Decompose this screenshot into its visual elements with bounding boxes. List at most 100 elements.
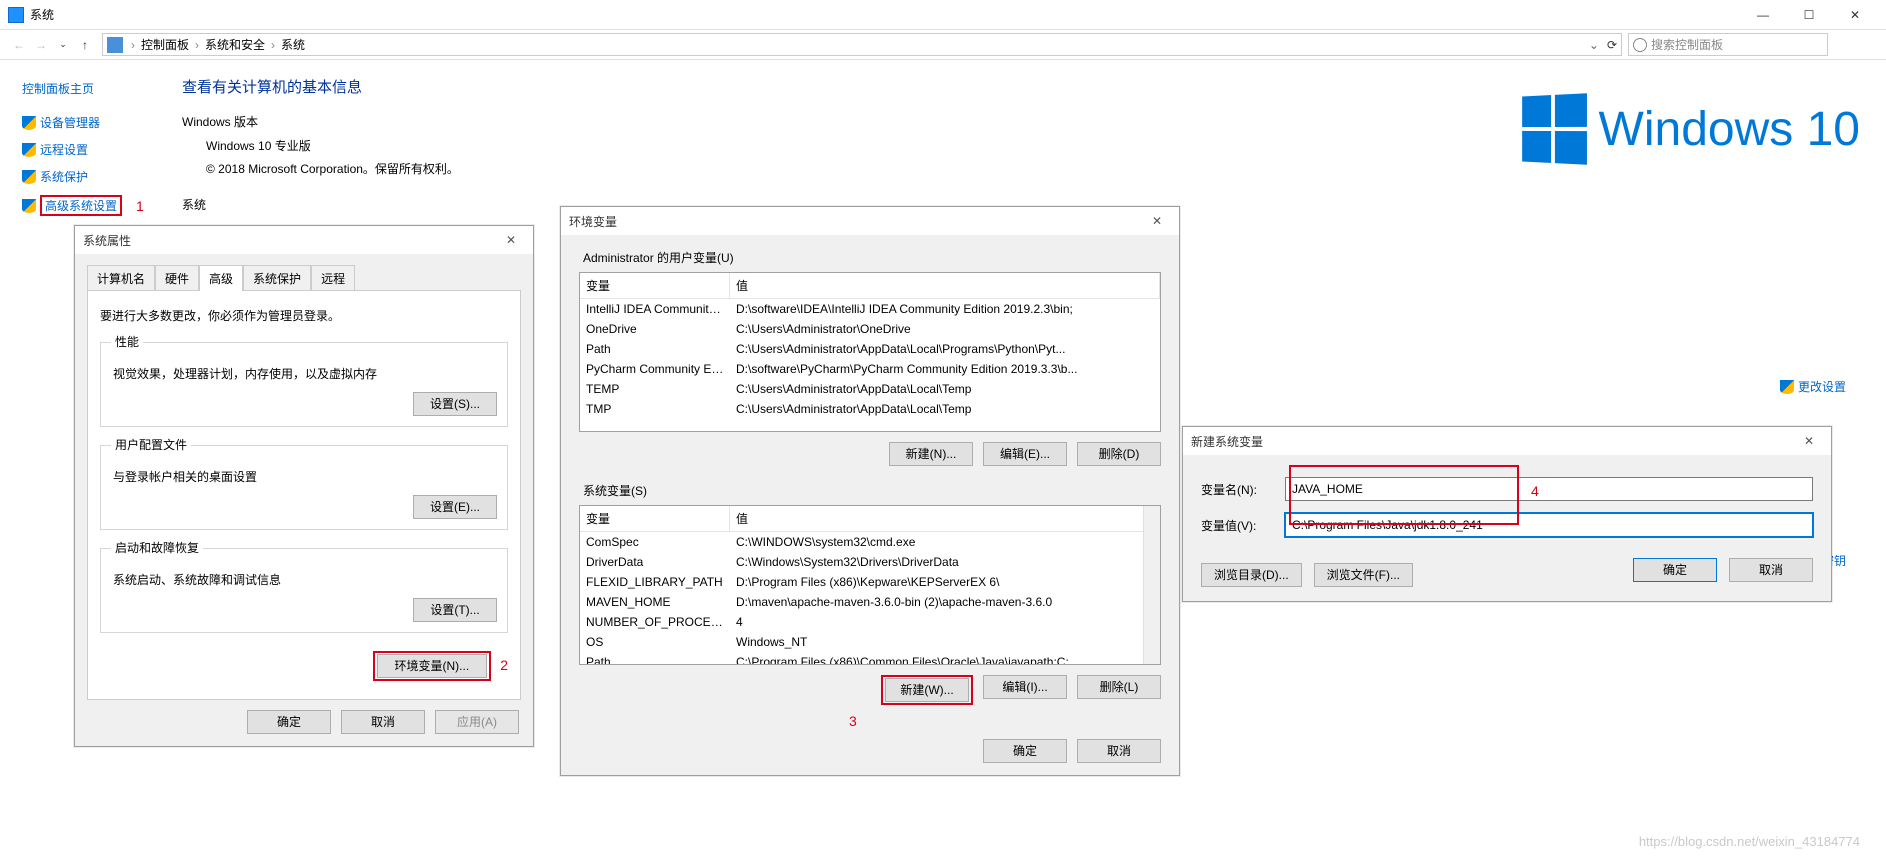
startup-settings-button[interactable]: 设置(T)... <box>413 598 497 622</box>
name-label: 变量名(N): <box>1201 481 1285 498</box>
search-placeholder: 搜索控制面板 <box>1651 36 1723 53</box>
user-new-button[interactable]: 新建(N)... <box>889 442 973 466</box>
minimize-button[interactable]: — <box>1740 0 1786 30</box>
dialog1-cancel-button[interactable]: 取消 <box>341 710 425 734</box>
close-button[interactable]: ✕ <box>1832 0 1878 30</box>
sidebar-item-remote-settings[interactable]: 远程设置 <box>22 136 172 163</box>
dialog1-title-bar[interactable]: 系统属性 ✕ <box>75 226 533 254</box>
group-performance: 性能 视觉效果，处理器计划，内存使用，以及虚拟内存 设置(S)... <box>100 334 508 427</box>
col-val[interactable]: 值 <box>730 273 1160 298</box>
table-row[interactable]: TEMPC:\Users\Administrator\AppData\Local… <box>580 379 1160 399</box>
table-row[interactable]: OSWindows_NT <box>580 632 1160 652</box>
col-var[interactable]: 变量 <box>580 273 730 298</box>
browse-file-button[interactable]: 浏览文件(F)... <box>1314 563 1413 587</box>
shield-icon <box>22 170 36 184</box>
sidebar-title[interactable]: 控制面板主页 <box>22 76 172 101</box>
sidebar-item-system-protection[interactable]: 系统保护 <box>22 163 172 190</box>
group-startup: 启动和故障恢复 系统启动、系统故障和调试信息 设置(T)... <box>100 540 508 633</box>
dialog3-close-icon[interactable]: ✕ <box>1795 434 1823 448</box>
dialog1-title: 系统属性 <box>83 232 131 249</box>
crumb-control-panel[interactable]: 控制面板 <box>139 36 191 53</box>
shield-icon <box>22 143 36 157</box>
dialog2-title-bar[interactable]: 环境变量 ✕ <box>561 207 1179 235</box>
dropdown-history[interactable]: ⌄ <box>52 39 74 50</box>
crumb-system[interactable]: 系统 <box>279 36 307 53</box>
table-row[interactable]: MAVEN_HOMED:\maven\apache-maven-3.6.0-bi… <box>580 592 1160 612</box>
env-vars-button[interactable]: 环境变量(N)... <box>377 654 487 678</box>
maximize-button[interactable]: ☐ <box>1786 0 1832 30</box>
tab-hardware[interactable]: 硬件 <box>155 265 199 291</box>
windows-squares-icon <box>1522 93 1587 164</box>
annotation-3: 3 <box>849 713 857 729</box>
refresh-icon[interactable]: ⟳ <box>1601 38 1617 52</box>
annotation-2: 2 <box>500 657 508 673</box>
shield-icon <box>1780 380 1794 394</box>
forward-button[interactable]: → <box>30 38 52 52</box>
table-row[interactable]: IntelliJ IDEA Community E...D:\software\… <box>580 299 1160 319</box>
env-vars-dialog: 环境变量 ✕ Administrator 的用户变量(U) 变量 值 Intel… <box>560 206 1180 776</box>
browse-dir-button[interactable]: 浏览目录(D)... <box>1201 563 1302 587</box>
dialog3-title-bar[interactable]: 新建系统变量 ✕ <box>1183 427 1831 455</box>
table-row[interactable]: TMPC:\Users\Administrator\AppData\Local\… <box>580 399 1160 419</box>
windows-wordmark: Windows 10 <box>1599 102 1860 157</box>
table-row[interactable]: NUMBER_OF_PROCESSORS4 <box>580 612 1160 632</box>
sys-vars-label: 系统变量(S) <box>579 482 1161 505</box>
system-properties-dialog: 系统属性 ✕ 计算机名 硬件 高级 系统保护 远程 要进行大多数更改，你必须作为… <box>74 225 534 747</box>
tab-remote[interactable]: 远程 <box>311 265 355 291</box>
dialog2-title: 环境变量 <box>569 213 617 230</box>
new-variable-dialog: 新建系统变量 ✕ 变量名(N): 变量值(V): 4 浏览目录(D)... 浏览… <box>1182 426 1832 602</box>
sys-delete-button[interactable]: 删除(L) <box>1077 675 1161 699</box>
perf-settings-button[interactable]: 设置(S)... <box>413 392 497 416</box>
search-input[interactable]: 搜索控制面板 <box>1628 33 1828 56</box>
annotation-1: 1 <box>136 198 144 214</box>
admin-note: 要进行大多数更改，你必须作为管理员登录。 <box>100 303 508 324</box>
shield-icon <box>22 199 36 213</box>
user-edit-button[interactable]: 编辑(E)... <box>983 442 1067 466</box>
dialog2-ok-button[interactable]: 确定 <box>983 739 1067 763</box>
sys-edit-button[interactable]: 编辑(I)... <box>983 675 1067 699</box>
crumb-dropdown-icon[interactable]: ⌄ <box>1589 38 1599 52</box>
app-icon <box>8 7 24 23</box>
sidebar-item-device-manager[interactable]: 设备管理器 <box>22 109 172 136</box>
table-row[interactable]: PathC:\Program Files (x86)\Common Files\… <box>580 652 1160 665</box>
up-button[interactable]: ↑ <box>74 38 96 52</box>
annotation-4: 4 <box>1531 483 1539 499</box>
nav-bar: ← → ⌄ ↑ › 控制面板 › 系统和安全 › 系统 ⌄ ⟳ 搜索控制面板 <box>0 30 1886 60</box>
table-row[interactable]: OneDriveC:\Users\Administrator\OneDrive <box>580 319 1160 339</box>
user-vars-list[interactable]: 变量 值 IntelliJ IDEA Community E...D:\soft… <box>579 272 1161 432</box>
user-delete-button[interactable]: 删除(D) <box>1077 442 1161 466</box>
table-row[interactable]: ComSpecC:\WINDOWS\system32\cmd.exe <box>580 532 1160 552</box>
dialog1-close-icon[interactable]: ✕ <box>497 233 525 247</box>
dialog1-apply-button[interactable]: 应用(A) <box>435 710 519 734</box>
table-row[interactable]: PathC:\Users\Administrator\AppData\Local… <box>580 339 1160 359</box>
profile-settings-button[interactable]: 设置(E)... <box>413 495 497 519</box>
tab-body-advanced: 要进行大多数更改，你必须作为管理员登录。 性能 视觉效果，处理器计划，内存使用，… <box>87 290 521 700</box>
breadcrumb[interactable]: › 控制面板 › 系统和安全 › 系统 ⌄ ⟳ <box>102 33 1622 56</box>
dialog2-cancel-button[interactable]: 取消 <box>1077 739 1161 763</box>
sidebar-item-advanced-settings[interactable]: 高级系统设置 1 <box>22 190 172 221</box>
var-value-input[interactable] <box>1285 513 1813 537</box>
table-row[interactable]: DriverDataC:\Windows\System32\Drivers\Dr… <box>580 552 1160 572</box>
crumb-system-security[interactable]: 系统和安全 <box>203 36 267 53</box>
scrollbar[interactable] <box>1143 506 1160 664</box>
change-settings-link[interactable]: 更改设置 <box>1780 378 1846 395</box>
user-vars-label: Administrator 的用户变量(U) <box>579 249 1161 272</box>
sys-vars-list[interactable]: 变量 值 ComSpecC:\WINDOWS\system32\cmd.exeD… <box>579 505 1161 665</box>
tab-advanced[interactable]: 高级 <box>199 265 243 291</box>
sys-new-button[interactable]: 新建(W)... <box>885 678 969 702</box>
tab-protection[interactable]: 系统保护 <box>243 265 311 291</box>
tab-computer-name[interactable]: 计算机名 <box>87 265 155 291</box>
monitor-icon <box>107 37 123 53</box>
dialog3-cancel-button[interactable]: 取消 <box>1729 558 1813 582</box>
table-row[interactable]: PyCharm Community Editi...D:\software\Py… <box>580 359 1160 379</box>
dialog2-close-icon[interactable]: ✕ <box>1143 214 1171 228</box>
dialog3-ok-button[interactable]: 确定 <box>1633 558 1717 582</box>
crumb-sep-icon: › <box>127 38 139 52</box>
back-button[interactable]: ← <box>8 38 30 52</box>
dialog1-ok-button[interactable]: 确定 <box>247 710 331 734</box>
table-row[interactable]: FLEXID_LIBRARY_PATHD:\Program Files (x86… <box>580 572 1160 592</box>
var-name-input[interactable] <box>1285 477 1813 501</box>
group-user-profile: 用户配置文件 与登录帐户相关的桌面设置 设置(E)... <box>100 437 508 530</box>
window-title: 系统 <box>30 6 54 23</box>
value-label: 变量值(V): <box>1201 517 1285 534</box>
